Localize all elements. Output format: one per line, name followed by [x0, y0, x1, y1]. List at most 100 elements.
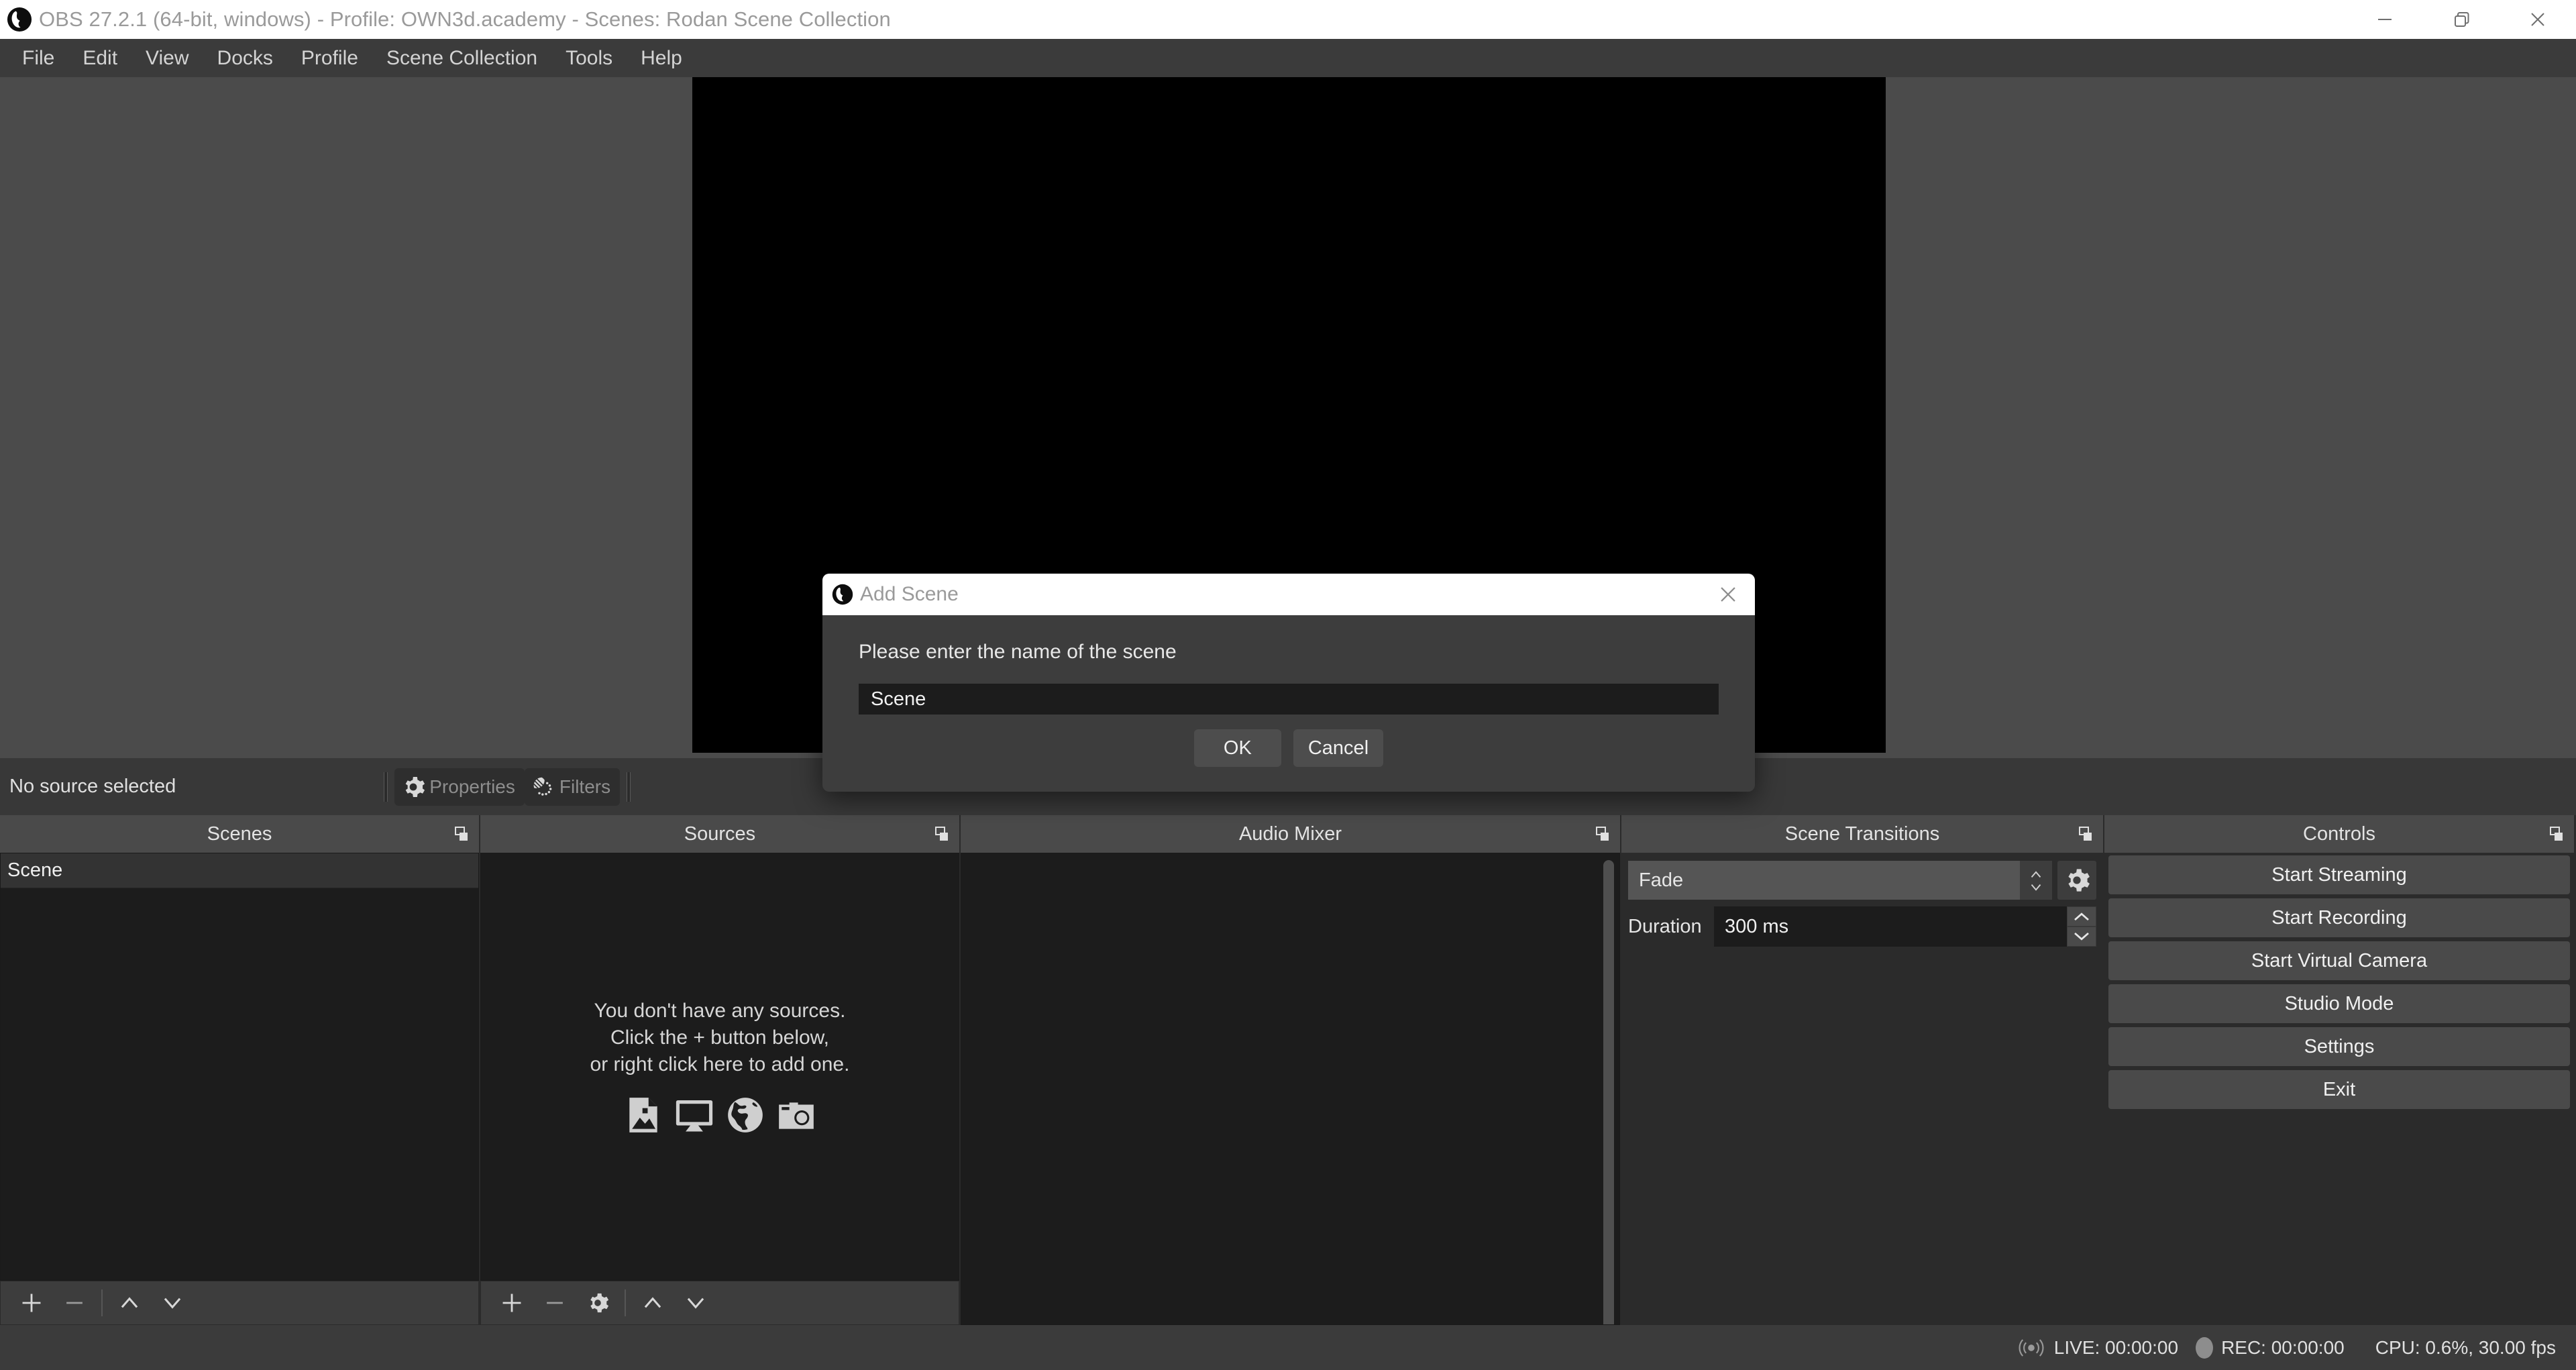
close-icon [2531, 13, 2544, 26]
rec-status-group: REC: 00:00:00 [2196, 1336, 2345, 1359]
exit-button[interactable]: Exit [2108, 1070, 2570, 1109]
exit-label: Exit [2322, 1078, 2356, 1100]
float-dock-icon[interactable] [453, 826, 470, 842]
dock-audio-mixer: Audio Mixer [961, 815, 1621, 1325]
transition-combobox-arrows[interactable] [2020, 861, 2052, 900]
dock-scenes-title: Scenes [207, 823, 272, 845]
remove-source-button[interactable] [533, 1283, 576, 1323]
gear-icon [2068, 869, 2090, 892]
close-icon [1721, 587, 1735, 602]
scene-list-item[interactable]: Scene [1, 853, 478, 888]
menu-help[interactable]: Help [627, 44, 696, 72]
obs-logo-icon [7, 7, 32, 32]
menu-tools[interactable]: Tools [551, 44, 627, 72]
dock-sources: Sources You don't have any sources. Clic… [480, 815, 961, 1325]
gear-icon [405, 776, 425, 797]
transition-properties-button[interactable] [2057, 861, 2096, 900]
menu-profile[interactable]: Profile [287, 44, 372, 72]
transition-combobox[interactable]: Fade [1628, 861, 2020, 900]
statusbar: LIVE: 00:00:00 REC: 00:00:00 CPU: 0.6%, … [0, 1325, 2576, 1370]
cancel-button-label: Cancel [1307, 737, 1369, 759]
start-virtual-camera-label: Start Virtual Camera [2251, 949, 2428, 971]
settings-label: Settings [2304, 1035, 2375, 1057]
menu-view[interactable]: View [131, 44, 203, 72]
cancel-button[interactable]: Cancel [1293, 729, 1384, 767]
ok-button-label: OK [1223, 737, 1252, 759]
filters-button[interactable]: Filters [524, 768, 621, 806]
add-source-button[interactable] [490, 1283, 533, 1323]
float-dock-icon[interactable] [1595, 826, 1611, 842]
window-controls [2347, 0, 2576, 39]
move-scene-up-button[interactable] [108, 1283, 151, 1323]
add-scene-dialog-title: Add Scene [860, 583, 959, 605]
broadcast-icon [2019, 1338, 2044, 1357]
scene-list-item-label: Scene [7, 859, 63, 881]
sources-empty-state: You don't have any sources. Click the + … [481, 853, 959, 1280]
sources-empty-line-1: You don't have any sources. [594, 999, 846, 1022]
source-properties-button[interactable] [576, 1283, 619, 1323]
dock-scenes-body[interactable]: Scene [0, 853, 479, 1281]
dock-audio-mixer-body[interactable] [961, 853, 1620, 1325]
dock-sources-body[interactable]: You don't have any sources. Click the + … [480, 853, 959, 1281]
window-title: OBS 27.2.1 (64-bit, windows) - Profile: … [39, 7, 891, 31]
plus-icon [502, 1294, 521, 1312]
minimize-icon [2378, 19, 2392, 20]
studio-mode-button[interactable]: Studio Mode [2108, 984, 2570, 1023]
duration-label: Duration [1628, 915, 1702, 937]
minimize-button[interactable] [2347, 0, 2423, 39]
studio-mode-label: Studio Mode [2284, 992, 2394, 1014]
start-streaming-button[interactable]: Start Streaming [2108, 855, 2570, 894]
remove-scene-button[interactable] [53, 1283, 96, 1323]
start-recording-button[interactable]: Start Recording [2108, 898, 2570, 937]
add-scene-dialog-body: Please enter the name of the scene Scene… [822, 615, 1755, 767]
duration-input[interactable]: 300 ms [1714, 906, 2067, 947]
move-scene-down-button[interactable] [151, 1283, 194, 1323]
camera-icon [779, 1102, 814, 1129]
close-button[interactable] [2500, 0, 2576, 39]
menu-docks[interactable]: Docks [203, 44, 287, 72]
live-status-text: LIVE: 00:00:00 [2053, 1336, 2179, 1358]
menu-scene-collection[interactable]: Scene Collection [372, 44, 551, 72]
image-icon [629, 1098, 657, 1133]
properties-button[interactable]: Properties [394, 768, 525, 806]
updown-arrows-icon [2031, 870, 2041, 878]
dock-controls-body: Start Streaming Start Recording Start Vi… [2104, 853, 2574, 1325]
menu-edit[interactable]: Edit [68, 44, 131, 72]
duration-decrement-button[interactable] [2067, 927, 2096, 947]
ok-button[interactable]: OK [1193, 729, 1281, 767]
maximize-button[interactable] [2423, 0, 2500, 39]
sources-empty-line-3: or right click here to add one. [590, 1053, 850, 1076]
float-dock-icon[interactable] [2078, 826, 2094, 842]
start-virtual-camera-button[interactable]: Start Virtual Camera [2108, 941, 2570, 980]
add-scene-dialog-titlebar: Add Scene [822, 574, 1755, 615]
chevron-up-icon [644, 1297, 661, 1308]
dock-sources-titlebar: Sources [480, 815, 959, 853]
duration-input-value: 300 ms [1725, 915, 1789, 937]
transition-selector-row: Fade [1628, 861, 2096, 900]
add-scene-button[interactable] [10, 1283, 53, 1323]
chevron-down-icon [164, 1298, 181, 1309]
float-dock-icon[interactable] [2548, 826, 2565, 842]
chevron-down-icon [2074, 932, 2089, 941]
float-dock-icon[interactable] [934, 826, 950, 842]
dock-sources-footer [480, 1281, 959, 1325]
start-recording-label: Start Recording [2271, 906, 2407, 929]
transition-duration-row: Duration 300 ms [1628, 906, 2096, 947]
duration-increment-button[interactable] [2067, 906, 2096, 927]
cpu-status-text: CPU: 0.6%, 30.00 fps [2375, 1336, 2556, 1358]
dock-scene-transitions-title: Scene Transitions [1784, 823, 1940, 845]
no-source-selected-label: No source selected [9, 776, 176, 797]
restore-icon [2455, 12, 2469, 27]
dock-audio-mixer-titlebar: Audio Mixer [961, 815, 1620, 853]
move-source-up-button[interactable] [631, 1283, 674, 1323]
move-source-down-button[interactable] [674, 1283, 717, 1323]
menu-file[interactable]: File [8, 44, 68, 72]
plus-icon [22, 1294, 41, 1312]
audio-mixer-scrollbar[interactable] [1603, 860, 1614, 1324]
scene-name-input[interactable]: Scene [859, 684, 1719, 715]
sources-footer-divider [625, 1289, 626, 1316]
settings-button[interactable]: Settings [2108, 1027, 2570, 1066]
add-scene-dialog-close-button[interactable] [1701, 574, 1755, 615]
add-scene-dialog: Add Scene Please enter the name of the s… [822, 574, 1755, 792]
sources-empty-line-2: Click the + button below, [610, 1026, 830, 1049]
